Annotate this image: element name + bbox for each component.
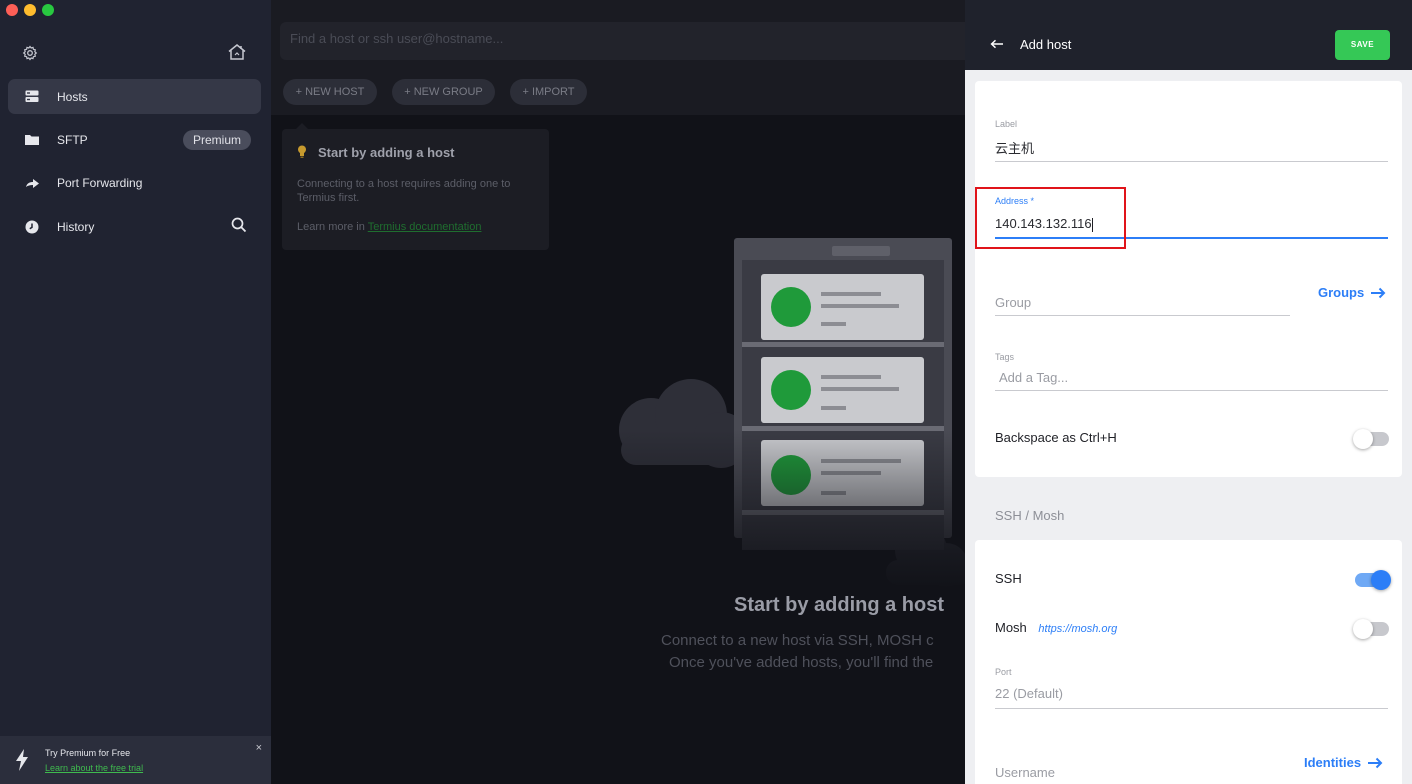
add-host-panel: Add host SAVE Label 云主机 Address * 140.14… (965, 0, 1412, 784)
close-window-button[interactable] (6, 4, 18, 16)
backspace-setting-label: Backspace as Ctrl+H (995, 430, 1117, 445)
folder-icon (22, 134, 42, 145)
address-highlight-box (975, 187, 1126, 249)
arrow-right-icon (1368, 757, 1383, 768)
sidebar-item-history[interactable]: History (8, 209, 261, 244)
back-arrow-icon[interactable] (990, 36, 1004, 54)
premium-promo: Try Premium for Free Learn about the fre… (0, 736, 271, 784)
main-area: + NEW HOST + NEW GROUP + IMPORT Start by… (271, 0, 980, 784)
port-field[interactable]: 22 (Default) (995, 686, 1063, 701)
arrow-right-icon (1371, 287, 1386, 298)
tags-field[interactable]: Add a Tag... (999, 370, 1068, 385)
panel-title: Add host (1020, 37, 1072, 52)
clock-icon (22, 220, 42, 234)
ssh-toggle[interactable] (1355, 570, 1391, 590)
tip-title: Start by adding a host (318, 145, 455, 160)
server-icon (22, 90, 42, 103)
import-button[interactable]: + IMPORT (510, 79, 587, 105)
lightning-icon (14, 749, 30, 776)
mosh-link[interactable]: https://mosh.org (1038, 623, 1117, 635)
minimize-window-button[interactable] (24, 4, 36, 16)
groups-link[interactable]: Groups (1318, 285, 1386, 300)
sidebar-item-label: SFTP (57, 132, 88, 147)
host-details-card: Label 云主机 Address * 140.143.132.116 Grou… (975, 81, 1402, 477)
username-field[interactable]: Username (995, 765, 1055, 780)
sidebar-item-label: History (57, 219, 95, 234)
sidebar-item-port-forwarding[interactable]: Port Forwarding (8, 165, 261, 200)
sidebar-item-hosts[interactable]: Hosts (8, 79, 261, 114)
window-controls (6, 4, 54, 16)
premium-badge: Premium (182, 130, 251, 150)
house-icon[interactable] (227, 43, 247, 66)
host-search-input[interactable] (290, 31, 890, 46)
empty-state-description: Connect to a new host via SSH, MOSH c On… (661, 632, 934, 671)
promo-title: Try Premium for Free (45, 748, 131, 758)
sidebar: Hosts SFTP Premium Port Forwarding Histo… (0, 0, 271, 784)
free-trial-link[interactable]: Learn about the free trial (45, 763, 143, 773)
sidebar-item-label: Port Forwarding (57, 175, 143, 190)
port-field-label: Port (995, 667, 1012, 677)
new-host-button[interactable]: + NEW HOST (283, 79, 377, 105)
panel-header: Add host SAVE (965, 0, 1412, 70)
forward-arrow-icon (22, 177, 42, 189)
ssh-mosh-section-title: SSH / Mosh (995, 508, 1065, 523)
close-icon[interactable]: × (256, 742, 262, 754)
lightbulb-icon (297, 145, 307, 164)
group-field[interactable]: Group (995, 295, 1031, 310)
save-button[interactable]: SAVE (1335, 30, 1390, 60)
tip-body: Connecting to a host requires adding one… (297, 178, 511, 204)
zoom-window-button[interactable] (42, 4, 54, 16)
server-rack-illustration (611, 230, 971, 595)
ssh-setting-label: SSH (995, 571, 1022, 586)
main-toolbar: + NEW HOST + NEW GROUP + IMPORT (271, 0, 980, 115)
identities-link[interactable]: Identities (1304, 755, 1383, 770)
label-field[interactable]: 云主机 (995, 138, 1034, 157)
mosh-toggle[interactable] (1353, 619, 1389, 639)
new-group-button[interactable]: + NEW GROUP (392, 79, 495, 105)
label-field-label: Label (995, 119, 1018, 129)
backspace-toggle[interactable] (1353, 429, 1389, 449)
gear-icon[interactable] (22, 45, 38, 66)
onboarding-tip: Start by adding a host Connecting to a h… (282, 123, 549, 250)
sidebar-item-sftp[interactable]: SFTP Premium (8, 122, 261, 157)
mosh-setting-label: Mosh https://mosh.org (995, 620, 1118, 635)
host-search-bar[interactable] (280, 22, 980, 60)
sidebar-item-label: Hosts (57, 89, 88, 104)
ssh-mosh-card: SSH Mosh https://mosh.org Port 22 (Defau… (975, 540, 1402, 784)
tip-learn-more: Learn more in Termius documentation (297, 221, 482, 233)
termius-docs-link[interactable]: Termius documentation (368, 221, 482, 233)
search-icon[interactable] (231, 217, 247, 236)
tags-field-label: Tags (995, 352, 1015, 362)
